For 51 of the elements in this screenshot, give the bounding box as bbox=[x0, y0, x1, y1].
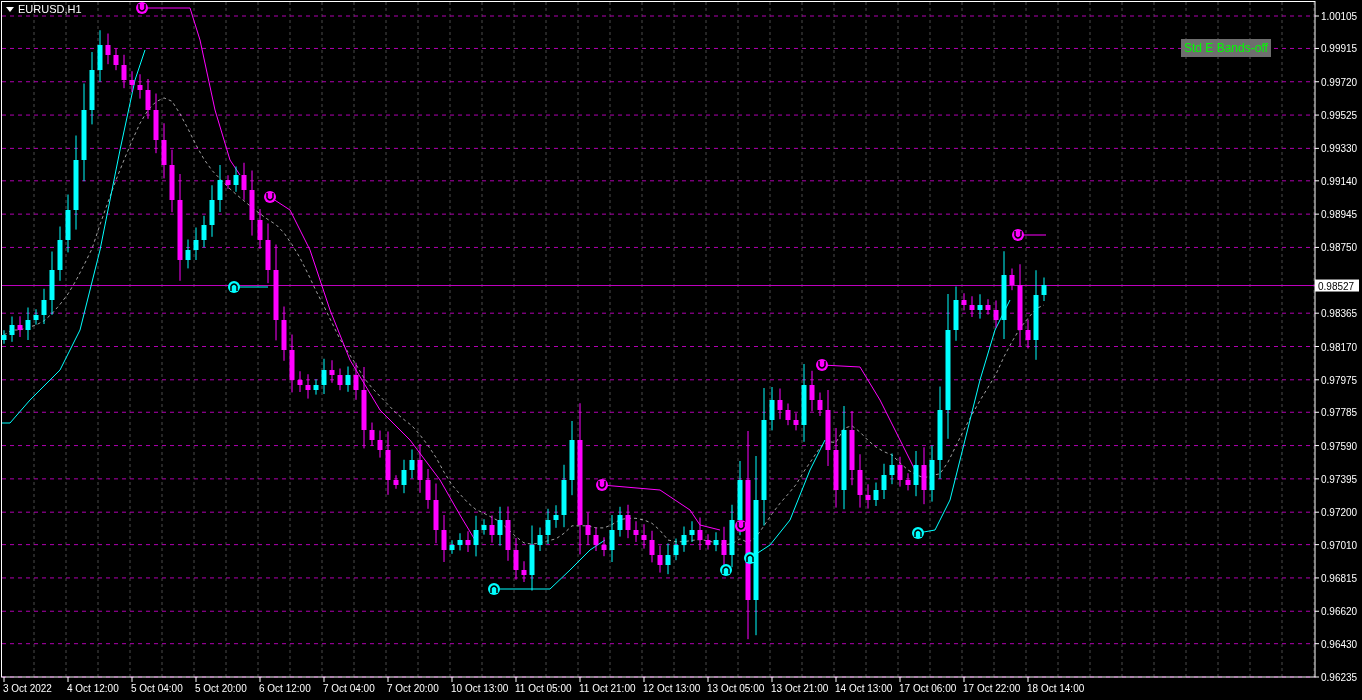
price-axis-label: 0.97200 bbox=[1321, 507, 1358, 519]
up-arrow-icon bbox=[720, 564, 732, 576]
price-axis-label: 0.98170 bbox=[1321, 341, 1358, 353]
time-axis-label: 7 Oct 20:00 bbox=[387, 683, 439, 694]
symbol-label: EURUSD,H1 bbox=[18, 3, 82, 15]
price-axis-label: 0.97010 bbox=[1321, 539, 1358, 551]
time-axis-label: 17 Oct 22:00 bbox=[963, 683, 1021, 694]
price-axis-label: 0.97590 bbox=[1321, 440, 1358, 452]
down-arrow-icon bbox=[596, 479, 608, 491]
up-arrow-icon bbox=[228, 281, 240, 293]
time-axis-label: 6 Oct 12:00 bbox=[259, 683, 311, 694]
price-axis-label: 0.99915 bbox=[1321, 43, 1358, 55]
time-axis-label: 5 Oct 04:00 bbox=[131, 683, 183, 694]
price-axis-label: 0.96430 bbox=[1321, 638, 1358, 650]
price-axis-label: 0.99525 bbox=[1321, 110, 1358, 122]
price-axis-label: 0.99720 bbox=[1321, 76, 1358, 88]
up-arrow-icon bbox=[912, 527, 924, 539]
time-axis-label: 14 Oct 13:00 bbox=[835, 683, 893, 694]
time-axis-label: 12 Oct 13:00 bbox=[643, 683, 701, 694]
time-axis-label: 17 Oct 06:00 bbox=[899, 683, 957, 694]
price-axis-label: 0.99330 bbox=[1321, 143, 1358, 155]
price-axis-label: 1.00105 bbox=[1321, 11, 1358, 22]
time-axis-label: 11 Oct 21:00 bbox=[579, 683, 636, 694]
current-price-tag: 0.98527 bbox=[1315, 279, 1359, 292]
down-arrow-icon bbox=[264, 191, 276, 203]
indicator-toggle-button[interactable]: Std E Bands-off bbox=[1181, 39, 1271, 57]
price-axis-label: 0.97785 bbox=[1321, 407, 1358, 419]
time-axis-label: 13 Oct 05:00 bbox=[707, 683, 765, 694]
up-arrow-icon bbox=[744, 552, 756, 564]
time-axis-label: 5 Oct 20:00 bbox=[195, 683, 247, 694]
down-arrow-icon bbox=[735, 520, 747, 532]
time-axis-label: 11 Oct 05:00 bbox=[515, 683, 572, 694]
price-axis-label: 0.96620 bbox=[1321, 606, 1358, 618]
time-axis-label: 4 Oct 12:00 bbox=[67, 683, 119, 694]
time-axis-label: 10 Oct 13:00 bbox=[451, 683, 509, 694]
up-arrow-icon bbox=[488, 583, 500, 595]
time-axis-label: 18 Oct 14:00 bbox=[1027, 683, 1085, 694]
time-axis-label: 7 Oct 04:00 bbox=[323, 683, 375, 694]
caret-icon[interactable] bbox=[6, 6, 14, 12]
price-axis-label: 0.97395 bbox=[1321, 473, 1358, 485]
down-arrow-icon bbox=[816, 359, 828, 371]
price-axis-label: 0.98945 bbox=[1321, 209, 1358, 221]
price-axis-label: 0.97975 bbox=[1321, 374, 1358, 386]
time-axis-label: 13 Oct 21:00 bbox=[771, 683, 829, 694]
down-arrow-icon bbox=[1012, 229, 1024, 241]
price-axis-label: 0.96235 bbox=[1321, 672, 1358, 683]
time-axis-label: 3 Oct 2022 bbox=[3, 683, 52, 694]
price-axis-label: 0.96815 bbox=[1321, 572, 1358, 584]
price-axis-label: 0.98365 bbox=[1321, 308, 1358, 320]
price-axis-label: 0.98750 bbox=[1321, 242, 1358, 254]
price-axis-label: 0.99140 bbox=[1321, 175, 1358, 187]
